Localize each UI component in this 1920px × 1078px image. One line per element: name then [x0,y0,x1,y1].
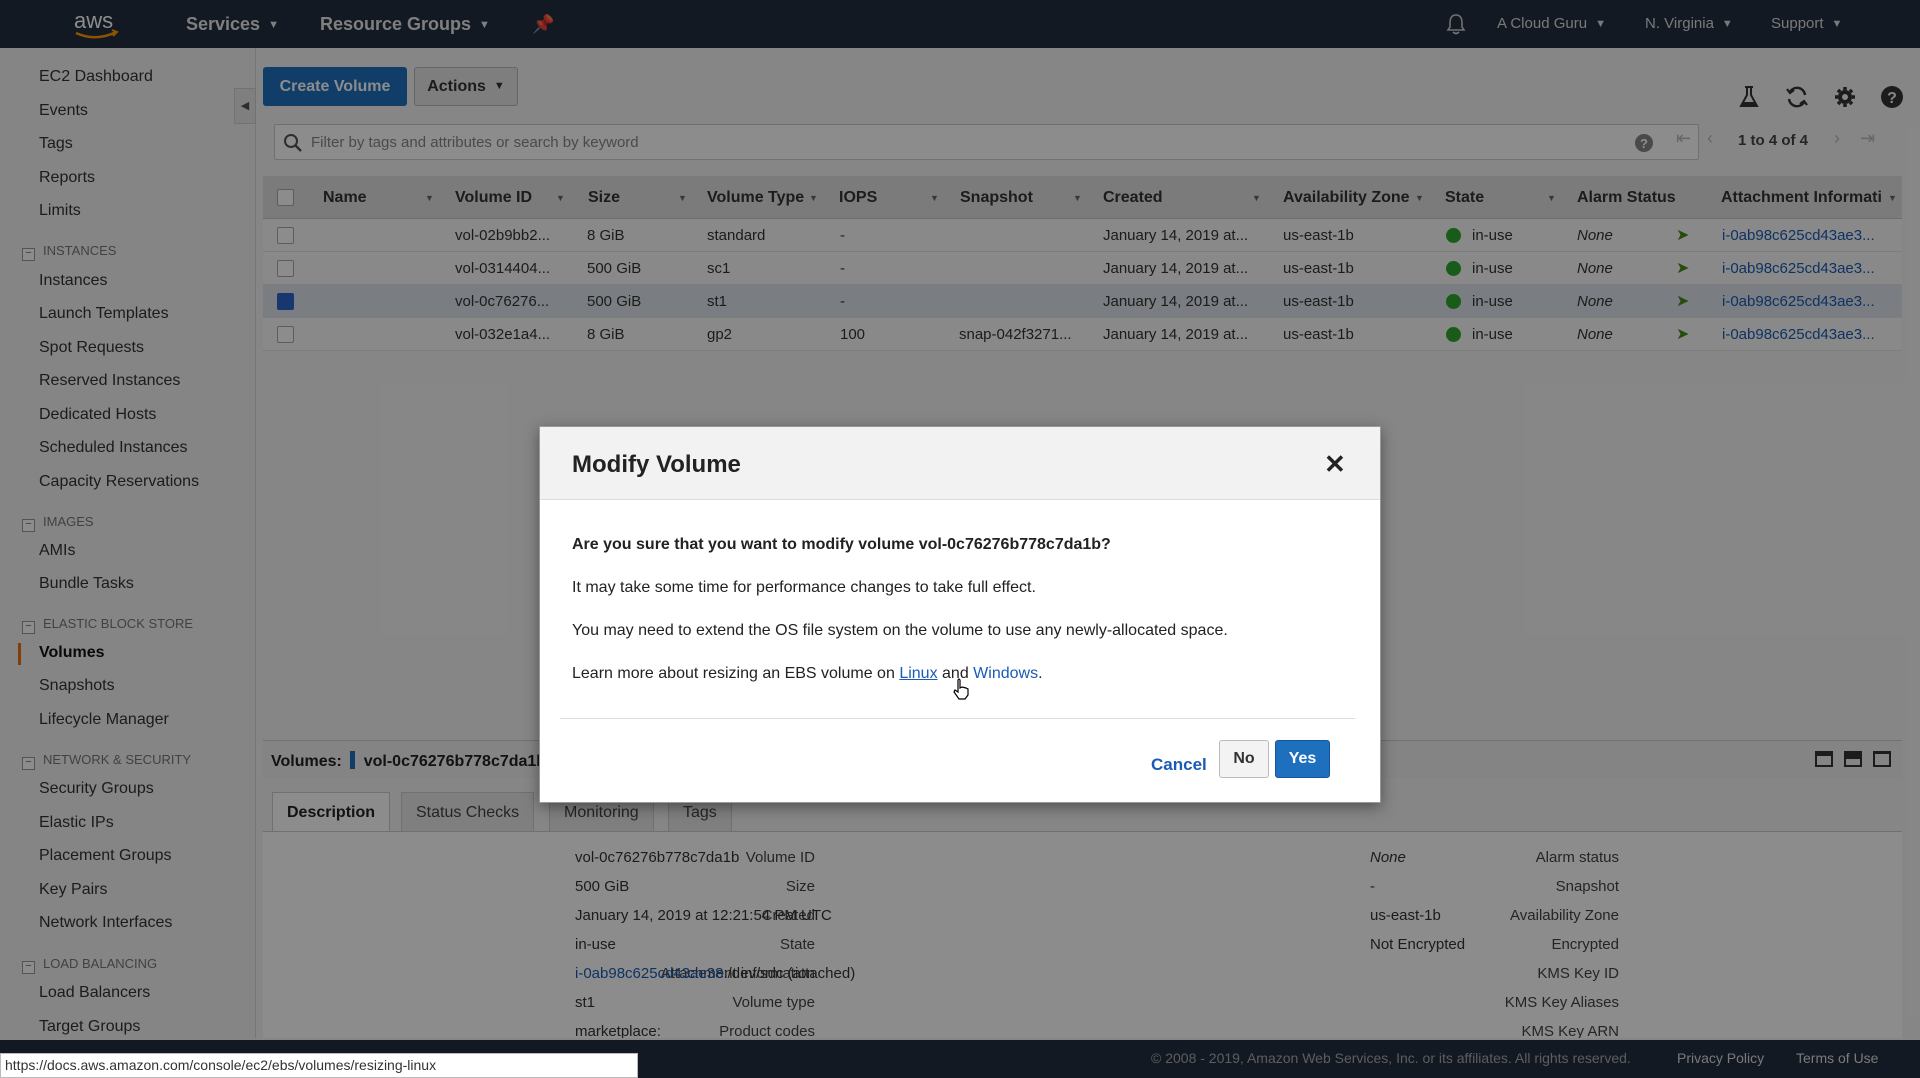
cancel-button[interactable]: Cancel [1151,755,1207,775]
dialog-header: Modify Volume ✕ [540,427,1380,500]
hand-pointer-icon [953,678,969,700]
dialog-title: Modify Volume [572,451,741,478]
period-text: . [1038,665,1043,682]
modify-volume-dialog: Modify Volume ✕ Are you sure that you wa… [539,426,1381,803]
no-button[interactable]: No [1219,740,1269,778]
windows-link[interactable]: Windows [973,665,1038,682]
yes-button[interactable]: Yes [1275,740,1330,778]
dialog-line-filesystem: You may need to extend the OS file syste… [572,622,1228,639]
linux-link[interactable]: Linux [899,665,937,682]
dialog-learn-more: Learn more about resizing an EBS volume … [572,665,1043,683]
dialog-line-performance: It may take some time for performance ch… [572,579,1036,596]
dialog-divider [560,718,1355,719]
dialog-question: Are you sure that you want to modify vol… [572,536,1111,553]
learn-more-text: Learn more about resizing an EBS volume … [572,665,895,682]
close-icon[interactable]: ✕ [1324,451,1346,477]
status-bar-url: https://docs.aws.amazon.com/console/ec2/… [0,1053,638,1078]
